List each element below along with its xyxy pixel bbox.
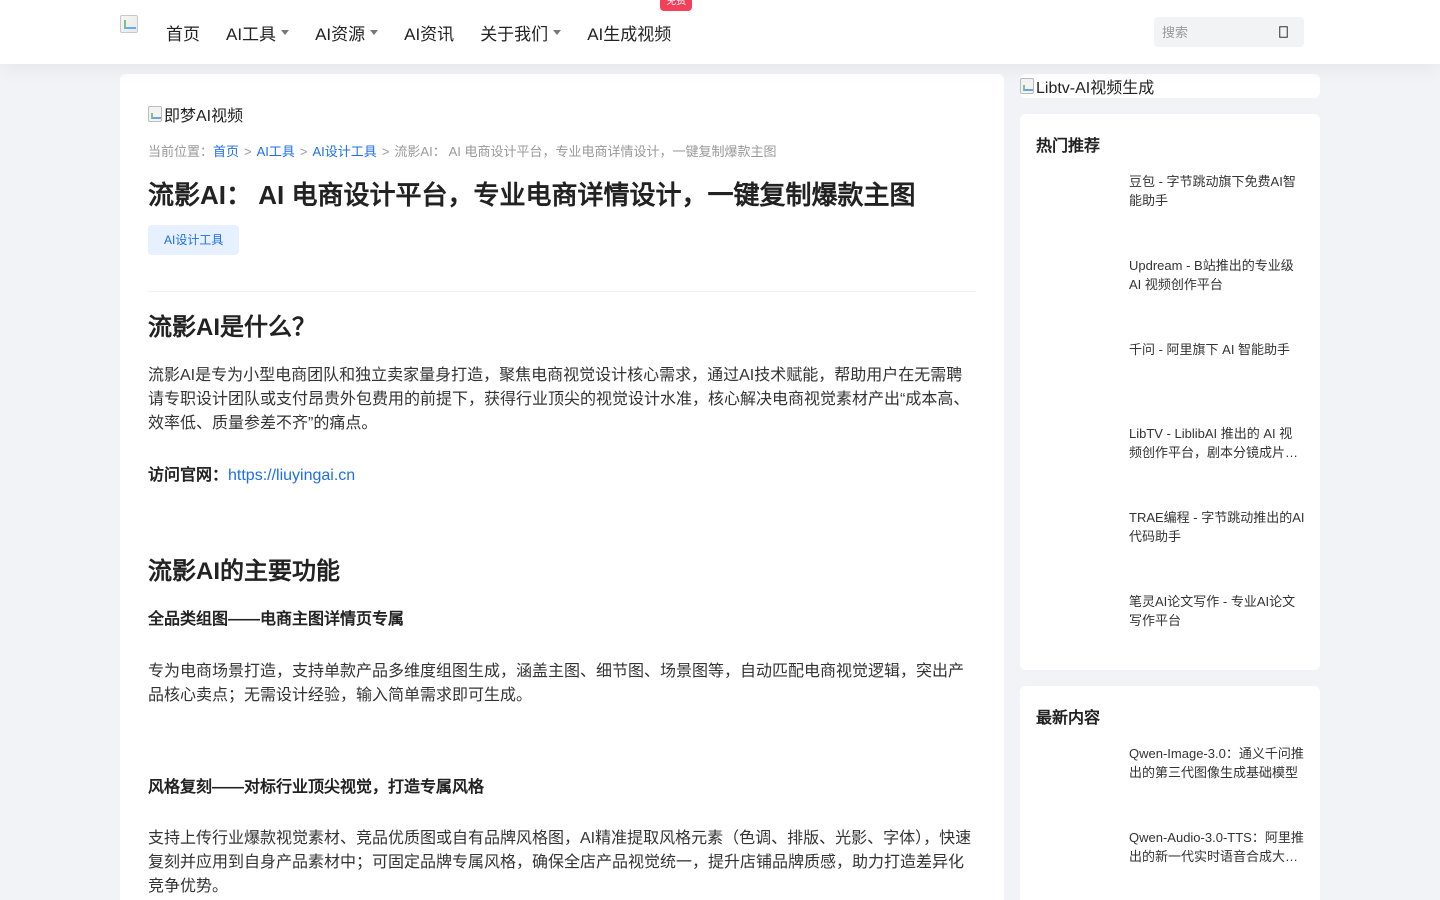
thumbnail-image — [1036, 172, 1120, 236]
section-heading-what-is: 流影AI是什么？ — [148, 314, 316, 341]
list-item[interactable]: 千问 - 阿里旗下 AI 智能助手 — [1036, 340, 1304, 404]
list-item-title: Qwen-Audio-3.0-TTS：阿里推出的新一代实时语音合成大模型 — [1129, 830, 1304, 864]
breadcrumb-current: 流影AI： AI 电商设计平台，专业电商详情设计，一键复制爆款主图 — [394, 144, 777, 159]
nav-ai-video-label: AI生成视频 — [587, 24, 672, 44]
search-box — [1154, 17, 1304, 47]
thumbnail-image — [1036, 340, 1120, 404]
list-item[interactable]: Qwen-Image-3.0：通义千问推出的第三代图像生成基础模型 — [1036, 744, 1304, 808]
list-item[interactable]: Qwen-Audio-3.0-TTS：阿里推出的新一代实时语音合成大模型 — [1036, 828, 1304, 892]
feature-text-style-copy: 支持上传行业爆款视觉素材、竞品优质图或自有品牌风格图，AI精准提取风格元素（色调… — [148, 830, 972, 895]
thumbnail-image — [1036, 828, 1120, 892]
caret-down-icon — [370, 29, 379, 35]
official-site-link[interactable]: https://liuyingai.cn — [228, 467, 355, 484]
nav-home[interactable]: 首页 — [166, 20, 200, 45]
nav-about-us[interactable]: 关于我们 — [480, 20, 562, 45]
visit-site-label: 访问官网： — [148, 467, 229, 484]
broken-image-icon — [148, 106, 162, 122]
feature-text-full-category: 专为电商场景打造，支持单款产品多维度组图生成，涵盖主图、细节图、场景图等，自动匹… — [148, 663, 965, 704]
feature-title-style-copy: 风格复刻——对标行业顶尖视觉，打造专属风格 — [148, 779, 485, 796]
list-item[interactable]: TRAE编程 - 字节跳动推出的AI代码助手 — [1036, 508, 1305, 572]
nav-ai-news-label: AI资讯 — [404, 24, 455, 44]
page-title: 流影AI： AI 电商设计平台，专业电商详情设计，一键复制爆款主图 — [148, 180, 916, 210]
list-item-title: TRAE编程 - 字节跳动推出的AI代码助手 — [1129, 510, 1305, 544]
caret-down-icon — [281, 29, 290, 35]
breadcrumb-separator: > — [299, 144, 308, 159]
thumbnail-image — [1036, 744, 1120, 808]
list-item-title: LibTV - LiblibAI 推出的 AI 视频创作平台，剧本分镜成片一站式 — [1129, 426, 1299, 460]
latest-content-title: 最新内容 — [1036, 710, 1101, 727]
main-nav: 首页 AI工具 AI资源 AI资讯 关于我们 AI生成视频 免费 — [166, 0, 697, 64]
thumbnail-image — [1036, 256, 1120, 320]
list-item-title: Updream - B站推出的专业级AI 视频创作平台 — [1129, 258, 1294, 292]
list-item-title: 笔灵AI论文写作 - 专业AI论文写作平台 — [1129, 594, 1296, 628]
breadcrumb-separator: > — [244, 144, 252, 159]
list-item[interactable]: 豆包 - 字节跳动旗下免费AI智能助手 — [1036, 172, 1304, 236]
hot-recommend-title: 热门推荐 — [1036, 138, 1101, 155]
search-icon[interactable] — [1276, 25, 1290, 39]
latest-content-card: 最新内容 Qwen-Image-3.0：通义千问推出的第三代图像生成基础模型 Q… — [1020, 686, 1320, 900]
site-logo-broken-image-icon[interactable] — [120, 15, 138, 33]
search-input[interactable] — [1154, 17, 1270, 47]
breadcrumb: 当前位置：首页 > AI工具 > AI设计工具 > 流影AI： AI 电商设计平台，专业电商… — [148, 141, 776, 160]
nav-home-label: 首页 — [166, 24, 200, 44]
sidebar-ad-alt: Libtv-AI视频生成 — [1036, 80, 1155, 97]
nav-ai-resources-label: AI资源 — [315, 24, 366, 44]
nav-ai-video[interactable]: AI生成视频 免费 — [587, 0, 693, 45]
breadcrumb-ai-design-tools[interactable]: AI设计工具 — [313, 144, 377, 159]
list-item[interactable]: Updream - B站推出的专业级AI 视频创作平台 — [1036, 256, 1304, 320]
thumbnail-image — [1036, 424, 1120, 488]
divider — [148, 291, 976, 292]
visit-site-line: 访问官网：https://liuyingai.cn — [148, 464, 355, 488]
nav-ai-news[interactable]: AI资讯 — [404, 20, 454, 45]
thumbnail-image — [1036, 508, 1120, 572]
hot-recommend-card: 热门推荐 豆包 - 字节跳动旗下免费AI智能助手 Updream - B站推出的… — [1020, 114, 1320, 670]
nav-ai-tools[interactable]: AI工具 — [226, 20, 290, 45]
thumbnail-image — [1036, 592, 1120, 656]
category-tag[interactable]: AI设计工具 — [148, 225, 240, 255]
list-item[interactable]: 笔灵AI论文写作 - 专业AI论文写作平台 — [1036, 592, 1304, 656]
nav-ai-resources[interactable]: AI资源 — [315, 20, 379, 45]
section-heading-features: 流影AI的主要功能 — [148, 558, 340, 585]
list-item-title: Qwen-Image-3.0：通义千问推出的第三代图像生成基础模型 — [1129, 746, 1304, 780]
list-item-title: 豆包 - 字节跳动旗下免费AI智能助手 — [1129, 174, 1296, 208]
breadcrumb-ai-tools[interactable]: AI工具 — [257, 144, 295, 159]
list-item-title: 千问 - 阿里旗下 AI 智能助手 — [1129, 342, 1291, 357]
ad-banner-image[interactable]: 即梦AI视频 — [148, 104, 244, 125]
nav-about-us-label: 关于我们 — [480, 24, 549, 44]
article-card: 即梦AI视频 当前位置：首页 > AI工具 > AI设计工具 > 流影AI： AI 电商设计… — [120, 74, 1004, 900]
free-badge: 免费 — [660, 0, 693, 11]
nav-ai-tools-label: AI工具 — [226, 24, 277, 44]
breadcrumb-home[interactable]: 首页 — [213, 144, 239, 159]
breadcrumb-separator: > — [381, 144, 390, 159]
ad-banner-alt: 即梦AI视频 — [164, 108, 244, 125]
caret-down-icon — [553, 29, 562, 35]
broken-image-icon — [1020, 78, 1034, 94]
feature-title-full-category: 全品类组图——电商主图详情页专属 — [148, 611, 405, 628]
sidebar-ad-image[interactable]: Libtv-AI视频生成 — [1020, 74, 1320, 98]
intro-paragraph: 流影AI是专为小型电商团队和独立卖家量身打造，聚焦电商视觉设计核心需求，通过AI… — [148, 367, 970, 432]
top-navbar: 首页 AI工具 AI资源 AI资讯 关于我们 AI生成视频 免费 — [0, 0, 1440, 64]
list-item[interactable]: LibTV - LiblibAI 推出的 AI 视频创作平台，剧本分镜成片一站式 — [1036, 424, 1304, 488]
breadcrumb-prefix: 当前位置： — [148, 144, 214, 159]
